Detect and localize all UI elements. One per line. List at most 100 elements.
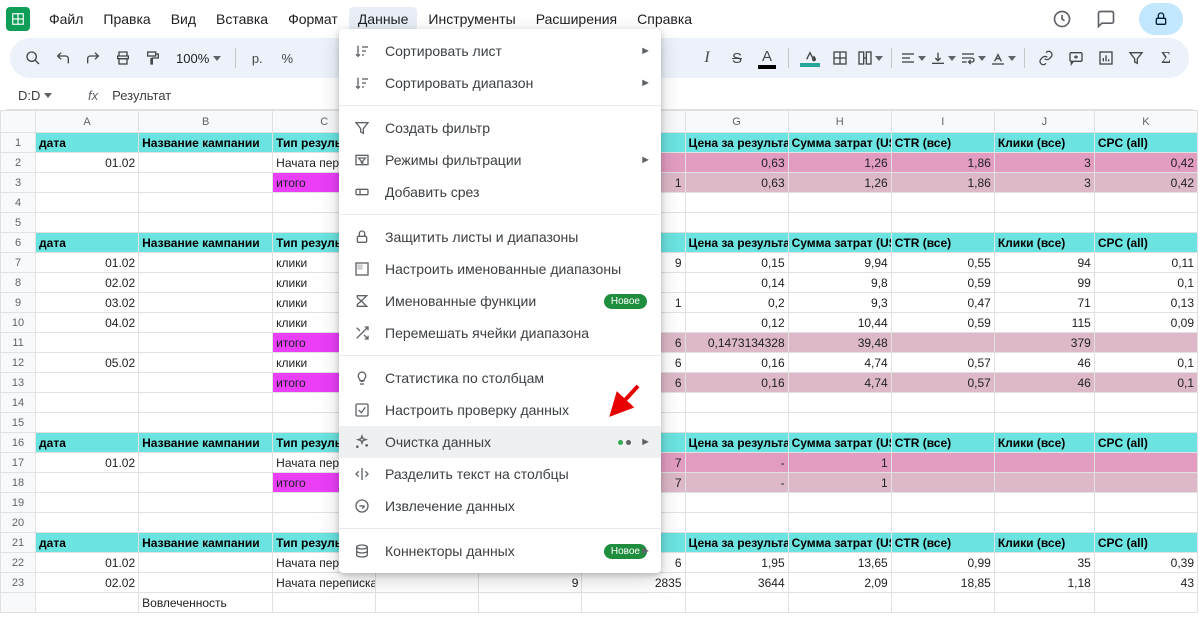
- cell[interactable]: CTR (все): [891, 533, 994, 553]
- cell[interactable]: 0,42: [1094, 173, 1197, 193]
- cell[interactable]: Сумма затрат (USD): [788, 233, 891, 253]
- share-button[interactable]: [1139, 3, 1183, 35]
- menu-вставка[interactable]: Вставка: [207, 7, 277, 31]
- cell[interactable]: Цена за результат: [685, 233, 788, 253]
- cell[interactable]: дата: [36, 533, 139, 553]
- cell[interactable]: [273, 593, 376, 613]
- cell[interactable]: [1094, 393, 1197, 413]
- row-header[interactable]: 13: [1, 373, 36, 393]
- cell[interactable]: [1094, 593, 1197, 613]
- cell[interactable]: Клики (все): [994, 533, 1094, 553]
- cell[interactable]: [139, 213, 273, 233]
- cell[interactable]: [891, 513, 994, 533]
- cell[interactable]: -: [685, 453, 788, 473]
- menu-справка[interactable]: Справка: [628, 7, 701, 31]
- cell[interactable]: [891, 393, 994, 413]
- cell[interactable]: [685, 493, 788, 513]
- cell[interactable]: [139, 393, 273, 413]
- cell[interactable]: Сумма затрат (USD): [788, 433, 891, 453]
- cell[interactable]: [1094, 333, 1197, 353]
- cell[interactable]: Начата переписка: [273, 573, 376, 593]
- row-header[interactable]: 6: [1, 233, 36, 253]
- cell[interactable]: 3: [994, 173, 1094, 193]
- cell[interactable]: 0,16: [685, 353, 788, 373]
- cell[interactable]: [1094, 493, 1197, 513]
- menu-item-коннекторы-данных[interactable]: Коннекторы данныхНовое►: [339, 535, 661, 567]
- cell[interactable]: 43: [1094, 573, 1197, 593]
- cell[interactable]: [139, 413, 273, 433]
- print-icon[interactable]: [110, 45, 136, 71]
- cell[interactable]: [36, 413, 139, 433]
- cell[interactable]: 9,8: [788, 273, 891, 293]
- cell[interactable]: [994, 213, 1094, 233]
- cell[interactable]: [1094, 193, 1197, 213]
- cell[interactable]: Клики (все): [994, 133, 1094, 153]
- cell[interactable]: 0,59: [891, 313, 994, 333]
- cell[interactable]: [36, 513, 139, 533]
- cell[interactable]: 18,85: [891, 573, 994, 593]
- cell[interactable]: [139, 273, 273, 293]
- row-header[interactable]: 12: [1, 353, 36, 373]
- cell[interactable]: [139, 573, 273, 593]
- cell[interactable]: [139, 153, 273, 173]
- cell[interactable]: 46: [994, 373, 1094, 393]
- cell[interactable]: [994, 393, 1094, 413]
- cell[interactable]: 1,26: [788, 153, 891, 173]
- menu-item-сортировать-диапазон[interactable]: Сортировать диапазон►: [339, 67, 661, 99]
- cell[interactable]: 0,1473134328: [685, 333, 788, 353]
- column-header[interactable]: [1, 111, 36, 133]
- cell[interactable]: [788, 413, 891, 433]
- cell[interactable]: 2,09: [788, 573, 891, 593]
- text-rotation-icon[interactable]: [990, 45, 1016, 71]
- cell[interactable]: CTR (все): [891, 433, 994, 453]
- cell[interactable]: CTR (все): [891, 133, 994, 153]
- row-header[interactable]: 8: [1, 273, 36, 293]
- menu-расширения[interactable]: Расширения: [527, 7, 626, 31]
- row-header[interactable]: 9: [1, 293, 36, 313]
- cell[interactable]: [891, 493, 994, 513]
- cell[interactable]: 02.02: [36, 573, 139, 593]
- cell[interactable]: CPC (all): [1094, 433, 1197, 453]
- cell[interactable]: 46: [994, 353, 1094, 373]
- cell[interactable]: 94: [994, 253, 1094, 273]
- cell[interactable]: [891, 213, 994, 233]
- cell[interactable]: 2835: [582, 573, 685, 593]
- row-header[interactable]: 14: [1, 393, 36, 413]
- cell[interactable]: [891, 193, 994, 213]
- menu-item-перемешать-ячейки-диапазона[interactable]: Перемешать ячейки диапазона: [339, 317, 661, 349]
- row-header[interactable]: 20: [1, 513, 36, 533]
- borders-icon[interactable]: [827, 45, 853, 71]
- cell[interactable]: [139, 253, 273, 273]
- text-wrap-icon[interactable]: [960, 45, 986, 71]
- cell[interactable]: 35: [994, 553, 1094, 573]
- cell[interactable]: 0,14: [685, 273, 788, 293]
- cell[interactable]: [36, 593, 139, 613]
- cell[interactable]: 115: [994, 313, 1094, 333]
- cell[interactable]: 10,44: [788, 313, 891, 333]
- cell[interactable]: 0,39: [1094, 553, 1197, 573]
- paint-format-icon[interactable]: [140, 45, 166, 71]
- insert-comment-icon[interactable]: [1063, 45, 1089, 71]
- cell[interactable]: Клики (все): [994, 233, 1094, 253]
- create-filter-icon[interactable]: [1123, 45, 1149, 71]
- cell[interactable]: 02.02: [36, 273, 139, 293]
- cell[interactable]: 71: [994, 293, 1094, 313]
- cell[interactable]: [994, 193, 1094, 213]
- cell[interactable]: [139, 293, 273, 313]
- row-header[interactable]: 3: [1, 173, 36, 193]
- menu-данные[interactable]: Данные: [349, 7, 418, 31]
- menu-правка[interactable]: Правка: [94, 7, 159, 31]
- cell[interactable]: [36, 333, 139, 353]
- cell[interactable]: [891, 453, 994, 473]
- zoom-select[interactable]: 100%: [170, 51, 227, 66]
- cell[interactable]: [139, 333, 273, 353]
- cell[interactable]: [376, 573, 479, 593]
- menu-item-именованные-функции[interactable]: Именованные функцииНовое: [339, 285, 661, 317]
- cell[interactable]: Цена за результат: [685, 433, 788, 453]
- cell[interactable]: 05.02: [36, 353, 139, 373]
- cell[interactable]: [139, 553, 273, 573]
- menu-item-настроить-именованные-диапазоны[interactable]: Настроить именованные диапазоны: [339, 253, 661, 285]
- cell[interactable]: [685, 593, 788, 613]
- cell[interactable]: дата: [36, 233, 139, 253]
- cell[interactable]: 0,1: [1094, 353, 1197, 373]
